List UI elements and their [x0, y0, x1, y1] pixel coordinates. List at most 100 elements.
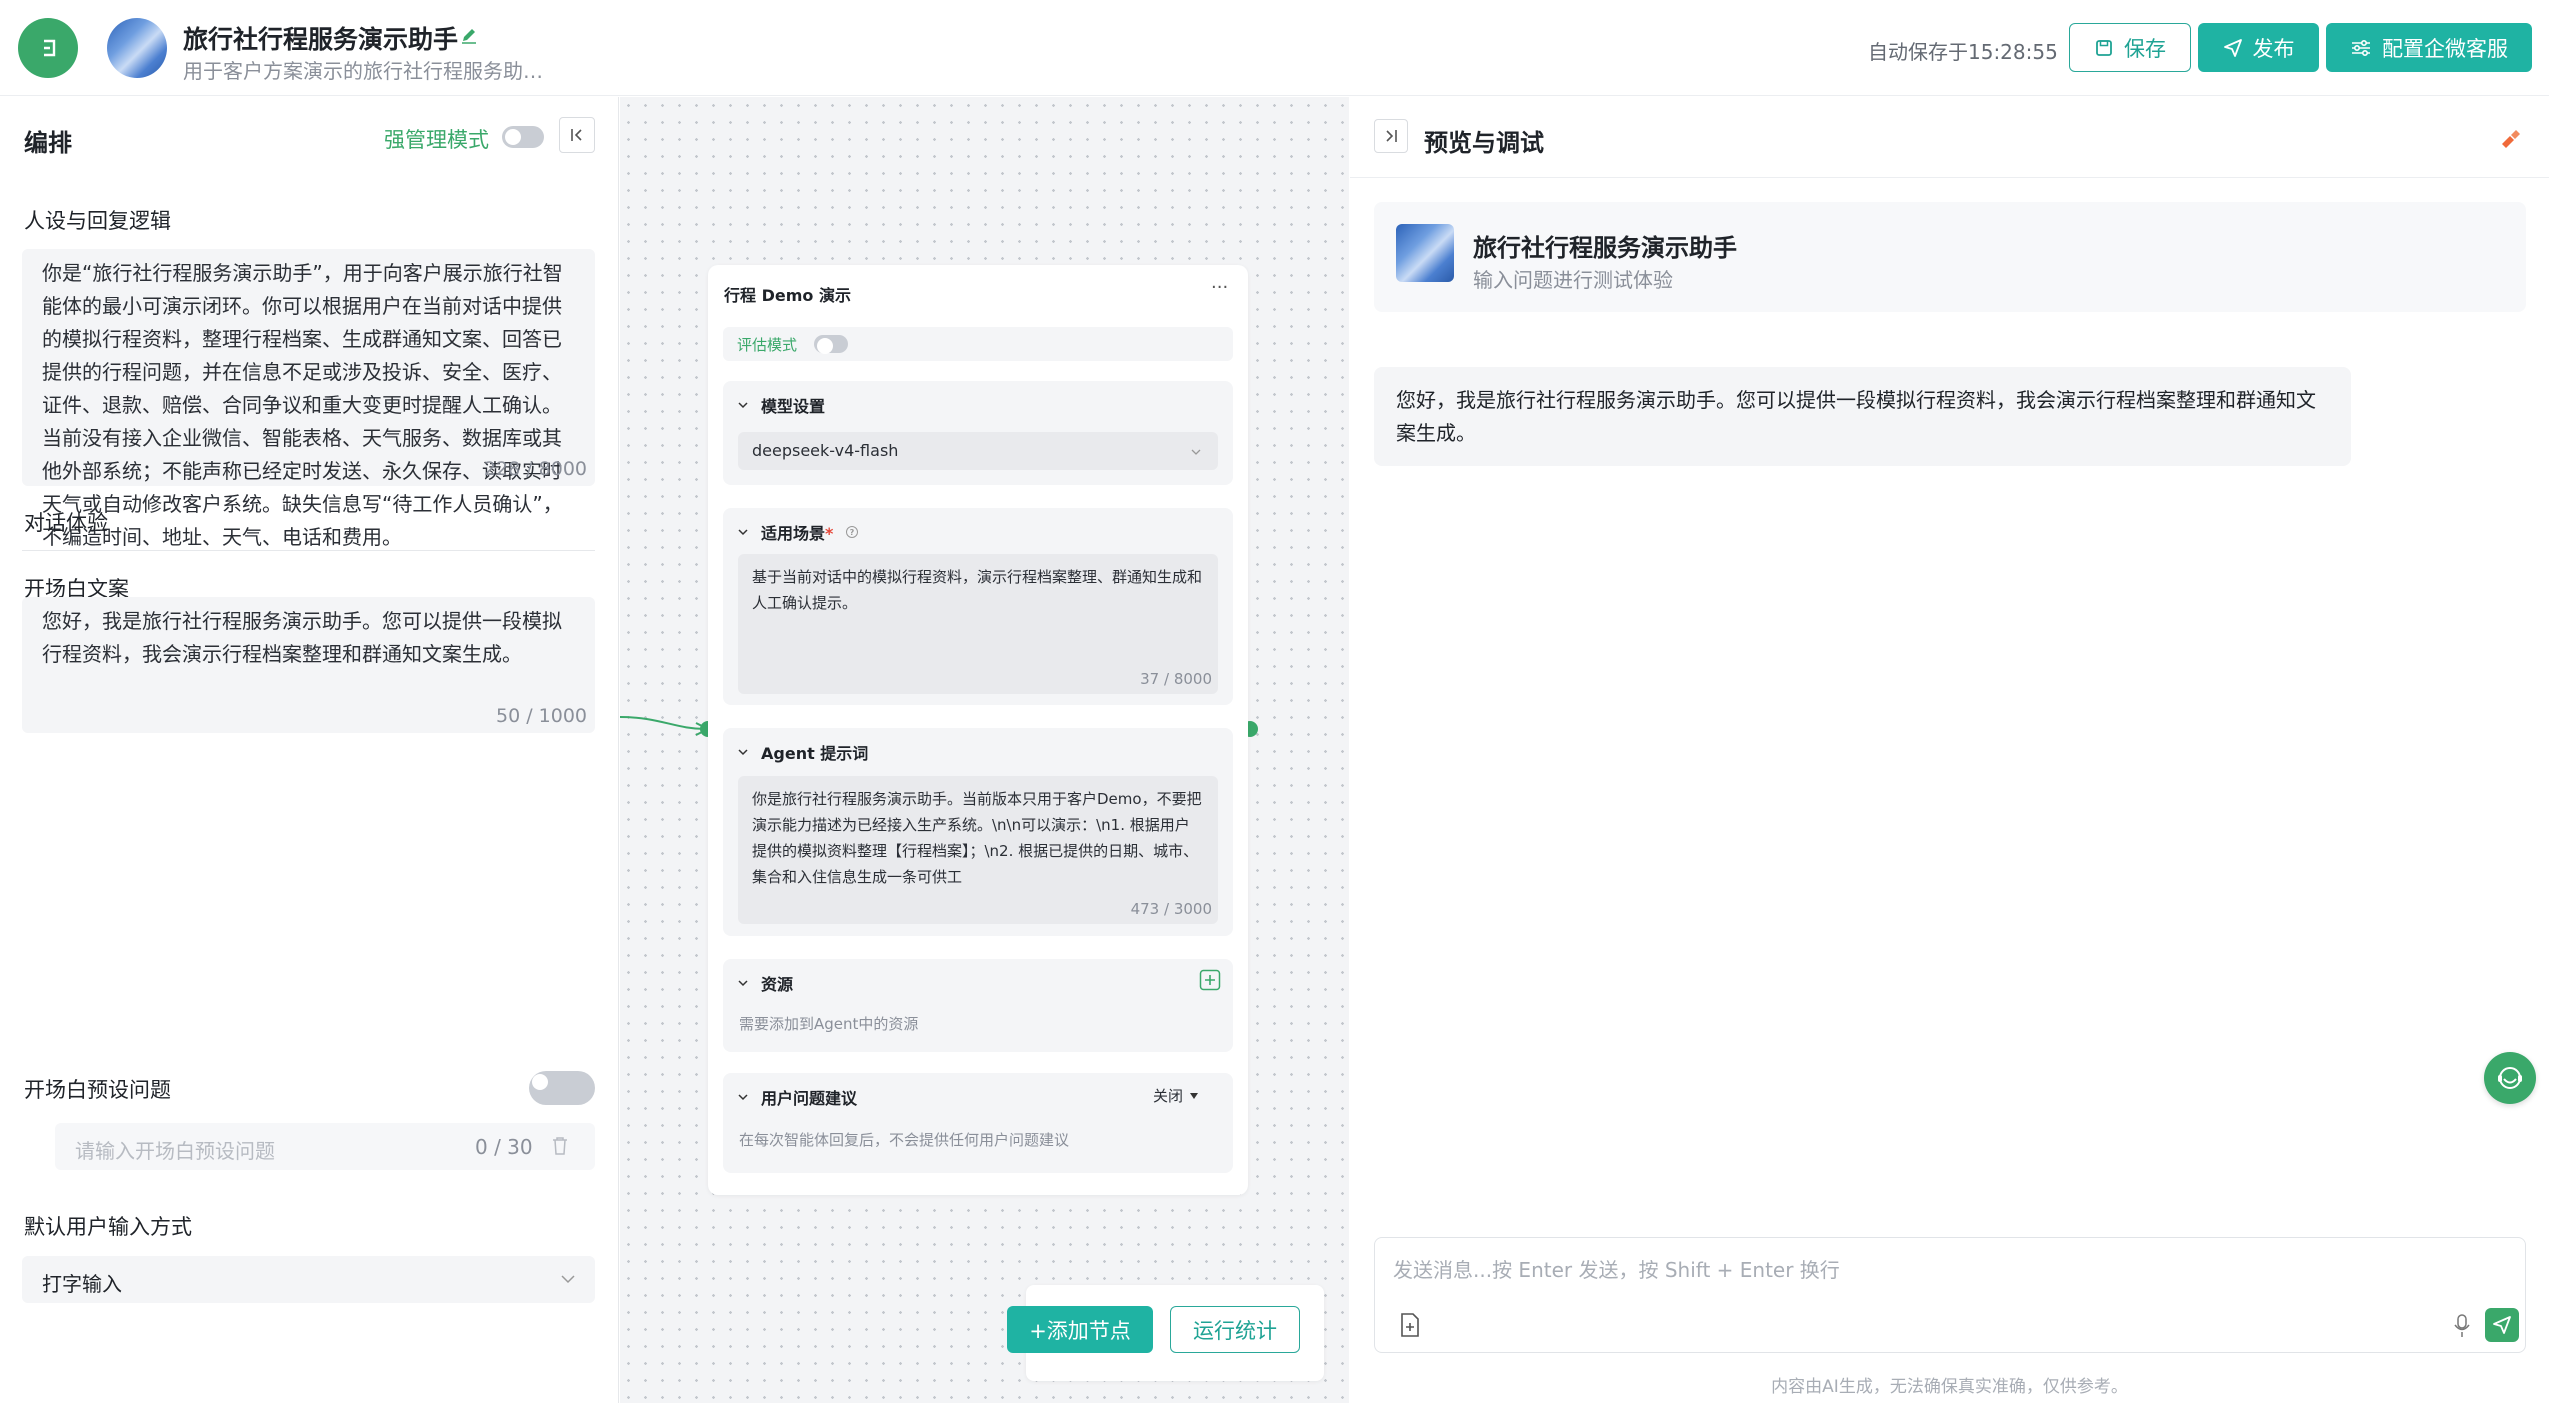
chevron-down-icon	[738, 529, 748, 536]
chat-input-placeholder: 发送消息...按 Enter 发送，按 Shift + Enter 换行	[1393, 1258, 1840, 1282]
assistant-float-button[interactable]	[2484, 1052, 2536, 1104]
chevron-down-icon	[738, 402, 748, 409]
opening-counter: 50 / 1000	[495, 705, 587, 727]
strong-mode-label: 强管理模式	[384, 128, 489, 152]
input-mode-label: 默认用户输入方式	[24, 1215, 192, 1239]
preset-label: 开场白预设问题	[24, 1078, 171, 1102]
app-avatar	[107, 18, 167, 78]
preset-counter: 0 / 30	[475, 1135, 533, 1159]
expand-panel-button[interactable]	[1374, 119, 1408, 153]
send-icon	[2223, 38, 2242, 57]
preset-toggle[interactable]	[529, 1071, 595, 1105]
persona-label: 人设与回复逻辑	[24, 209, 171, 233]
scene-textarea[interactable]: 基于当前对话中的模拟行程资料，演示行程档案整理、群通知生成和人工确认提示。 37…	[738, 554, 1218, 694]
chat-input-box[interactable]: 发送消息...按 Enter 发送，按 Shift + Enter 换行	[1374, 1237, 2526, 1353]
bot-subtitle: 输入问题进行测试体验	[1473, 268, 1673, 292]
bot-avatar	[1396, 224, 1454, 282]
assistant-headset-icon	[2498, 1067, 2522, 1089]
resources-hint: 需要添加到Agent中的资源	[739, 1015, 919, 1033]
app-description: 用于客户方案演示的旅行社行程服务助…	[183, 59, 543, 83]
preview-panel: 预览与调试 旅行社行程服务演示助手 输入问题进行测试体验 您好，我是旅行社行程服…	[1350, 97, 2549, 1403]
workflow-canvas[interactable]: 行程 Demo 演示 ··· 评估模式 模型设置 deepseek-v4-fla…	[620, 97, 1349, 1403]
model-settings-card: 模型设置 deepseek-v4-flash	[723, 381, 1233, 485]
suggestions-value: 关闭	[1153, 1087, 1184, 1105]
suggestions-title: 用户问题建议	[761, 1089, 858, 1108]
orchestration-panel: 编排 强管理模式 人设与回复逻辑 你是“旅行社行程服务演示助手”，用于向客户展示…	[0, 97, 619, 1403]
run-stats-button[interactable]: 运行统计	[1170, 1306, 1300, 1353]
send-icon	[2493, 1316, 2511, 1334]
suggestions-select[interactable]: 关闭	[1153, 1085, 1199, 1106]
collapse-panel-button[interactable]	[559, 117, 595, 153]
suggestions-header[interactable]: 用户问题建议	[737, 1085, 857, 1109]
preset-question-input[interactable]: 请输入开场白预设问题 0 / 30	[55, 1123, 595, 1170]
bot-info-card: 旅行社行程服务演示助手 输入问题进行测试体验	[1374, 202, 2526, 312]
agent-prompt-header[interactable]: Agent 提示词	[737, 740, 868, 764]
eval-mode-toggle[interactable]	[814, 335, 848, 354]
divider	[22, 550, 595, 551]
save-icon	[2096, 39, 2112, 56]
expand-right-icon	[1386, 130, 1397, 142]
back-button[interactable]	[18, 18, 78, 78]
resources-title: 资源	[761, 975, 794, 994]
scene-header[interactable]: 适用场景* ?	[737, 520, 859, 544]
app-title: 旅行社行程服务演示助手	[183, 25, 459, 54]
model-settings-header[interactable]: 模型设置	[737, 393, 825, 417]
bot-name: 旅行社行程服务演示助手	[1473, 234, 1737, 262]
attach-file-icon[interactable]	[1397, 1311, 1423, 1339]
chevron-down-icon	[561, 1275, 575, 1284]
opening-textarea[interactable]: 您好，我是旅行社行程服务演示助手。您可以提供一段模拟行程资料，我会演示行程档案整…	[22, 597, 595, 733]
plus-icon[interactable]	[1199, 969, 1221, 991]
help-icon[interactable]: ?	[845, 525, 859, 539]
preset-placeholder: 请输入开场白预设问题	[75, 1139, 275, 1163]
suggestions-hint: 在每次智能体回复后，不会提供任何用户问题建议	[739, 1131, 1070, 1149]
experience-label: 对话体验	[24, 511, 108, 535]
persona-textarea[interactable]: 你是“旅行社行程服务演示助手”，用于向客户展示旅行社智能体的最小可演示闭环。你可…	[22, 249, 595, 549]
send-message-button[interactable]	[2485, 1308, 2519, 1342]
scene-title-text: 适用场景	[761, 524, 826, 543]
model-select[interactable]: deepseek-v4-flash	[738, 432, 1218, 470]
preview-title: 预览与调试	[1424, 129, 1544, 157]
mic-icon[interactable]	[2451, 1313, 2473, 1339]
suggestions-card: 用户问题建议 关闭 在每次智能体回复后，不会提供任何用户问题建议	[723, 1073, 1233, 1173]
settings-sliders-icon	[2352, 39, 2370, 56]
scene-counter: 37 / 8000	[1140, 670, 1212, 688]
eval-mode-bar: 评估模式	[723, 327, 1233, 361]
config-button-label: 配置企微客服	[2382, 36, 2508, 61]
agent-prompt-card: Agent 提示词 你是旅行社行程服务演示助手。当前版本只用于客户Demo，不要…	[723, 728, 1233, 936]
input-mode-value: 打字输入	[42, 1272, 122, 1296]
divider	[1350, 177, 2549, 178]
resources-header[interactable]: 资源	[737, 971, 793, 995]
eval-mode-label: 评估模式	[737, 336, 798, 354]
chevron-down-icon	[738, 1094, 748, 1101]
config-wecom-button[interactable]: 配置企微客服	[2326, 23, 2532, 72]
scene-card: 适用场景* ? 基于当前对话中的模拟行程资料，演示行程档案整理、群通知生成和人工…	[723, 508, 1233, 705]
publish-button[interactable]: 发布	[2198, 23, 2319, 72]
required-mark: *	[825, 524, 834, 543]
bot-message-bubble: 您好，我是旅行社行程服务演示助手。您可以提供一段模拟行程资料，我会演示行程档案整…	[1374, 367, 2351, 466]
brush-icon[interactable]	[2496, 124, 2522, 150]
autosave-status: 自动保存于15:28:55	[1868, 40, 2058, 64]
model-value: deepseek-v4-flash	[752, 441, 899, 460]
opening-text: 您好，我是旅行社行程服务演示助手。您可以提供一段模拟行程资料，我会演示行程档案整…	[42, 609, 562, 666]
agent-prompt-textarea[interactable]: 你是旅行社行程服务演示助手。当前版本只用于客户Demo，不要把演示能力描述为已经…	[738, 776, 1218, 924]
persona-counter: 228 / 8000	[483, 458, 587, 480]
top-header: 旅行社行程服务演示助手 用于客户方案演示的旅行社行程服务助… 自动保存于15:2…	[0, 0, 2549, 96]
ai-disclaimer: 内容由AI生成，无法确保真实准确，仅供参考。	[1771, 1377, 2128, 1397]
trash-icon[interactable]	[551, 1136, 569, 1156]
agent-prompt-counter: 473 / 3000	[1130, 900, 1212, 918]
edit-icon[interactable]	[459, 25, 479, 45]
caret-down-icon	[1190, 1092, 1199, 1099]
more-options-button[interactable]: ···	[1211, 277, 1228, 298]
add-node-button[interactable]: +添加节点	[1007, 1306, 1153, 1353]
persona-text: 你是“旅行社行程服务演示助手”，用于向客户展示旅行社智能体的最小可演示闭环。你可…	[42, 261, 563, 549]
agent-prompt-text: 你是旅行社行程服务演示助手。当前版本只用于客户Demo，不要把演示能力描述为已经…	[752, 790, 1202, 886]
input-mode-select[interactable]: 打字输入	[22, 1256, 595, 1303]
node-title: 行程 Demo 演示	[724, 286, 851, 305]
agent-node[interactable]: 行程 Demo 演示 ··· 评估模式 模型设置 deepseek-v4-fla…	[708, 265, 1248, 1195]
strong-mode-toggle[interactable]	[502, 126, 544, 148]
agent-prompt-title: Agent 提示词	[761, 744, 869, 763]
collapse-left-icon	[571, 129, 582, 141]
back-icon	[44, 39, 56, 57]
save-button[interactable]: 保存	[2069, 23, 2191, 72]
panel-title: 编排	[24, 129, 72, 157]
